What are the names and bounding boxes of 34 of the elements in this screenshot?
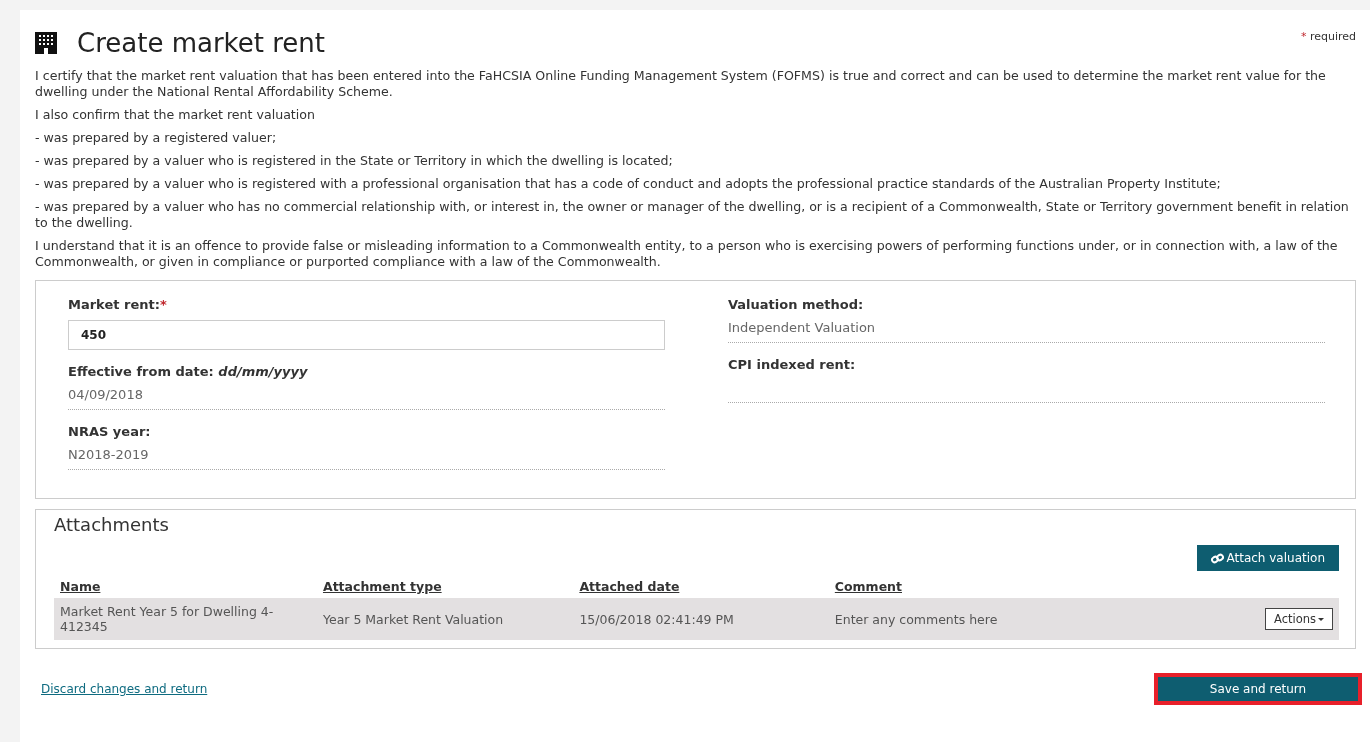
readonly-field: 04/09/2018: [68, 387, 665, 410]
declaration-paragraph: I certify that the market rent valuation that has been entered into the FaHCSIA Online Funding Management System (FOFMS) is true and correct and can be used to determine the market rent value for the dwelling under the National Rental Affordability Scheme.: [35, 68, 1327, 100]
declaration-paragraph: - was prepared by a valuer who is registered in the State or Territory in which the dwelling is located;: [35, 153, 674, 169]
link-icon: [1211, 552, 1225, 564]
page-title: Create market rent: [77, 28, 326, 58]
field-label: Effective from date: dd/mm/yyyy: [68, 364, 309, 379]
save-and-return-button[interactable]: Save and return: [1158, 677, 1358, 701]
table-cell: 15/06/2018 02:41:49 PM: [573, 598, 829, 640]
column-header[interactable]: Name: [60, 579, 101, 594]
field-label: CPI indexed rent:: [728, 357, 857, 372]
attach-valuation-button[interactable]: Attach valuation: [1197, 545, 1339, 571]
column-header[interactable]: Attached date: [579, 579, 680, 594]
column-header[interactable]: Attachment type: [322, 579, 442, 594]
building-icon: [35, 32, 57, 54]
caret-icon: [1318, 617, 1324, 621]
market-rent-input[interactable]: 450: [68, 320, 665, 350]
declaration-paragraph: - was prepared by a valuer who is registered with a professional organisation that has a code of conduct and adopts the professional practice standards of the Australian Property Institute;: [35, 176, 1222, 192]
readonly-field: N2018-2019: [68, 447, 665, 470]
discard-link[interactable]: Discard changes and return: [41, 682, 208, 696]
column-header[interactable]: Comment: [834, 579, 902, 594]
declaration-paragraph: - was prepared by a valuer who has no commercial relationship with, or interest in, the owner or manager of the dwelling, or is a recipient of a Commonwealth, State or Territory government benefit in relation to the dwelling.: [35, 199, 1350, 231]
readonly-field: Independent Valuation: [728, 320, 1325, 343]
declaration-paragraph: I understand that it is an offence to provide false or misleading information to a Commonwealth entity, to a person who is exercising powers of performing functions under, or in connection with, a law of the Commonwealth, or given in compliance or purported compliance with a law of the Commonwealth.: [35, 238, 1339, 270]
table-cell: Enter any comments here: [828, 598, 1084, 640]
field-label: NRAS year:: [68, 424, 152, 439]
required-note: * required: [1300, 30, 1356, 43]
table-cell: Market Rent Year 5 for Dwelling 4-412345: [54, 598, 317, 640]
field-label: Market rent:*: [68, 297, 168, 312]
section-title: Attachments: [54, 514, 170, 535]
field-label: Valuation method:: [728, 297, 865, 312]
table-cell: Year 5 Market Rent Valuation: [316, 598, 574, 640]
actions-button[interactable]: Actions: [1265, 608, 1333, 630]
declaration-paragraph: I also confirm that the market rent valuation: [35, 107, 316, 123]
declaration-paragraph: - was prepared by a registered valuer;: [35, 130, 278, 146]
